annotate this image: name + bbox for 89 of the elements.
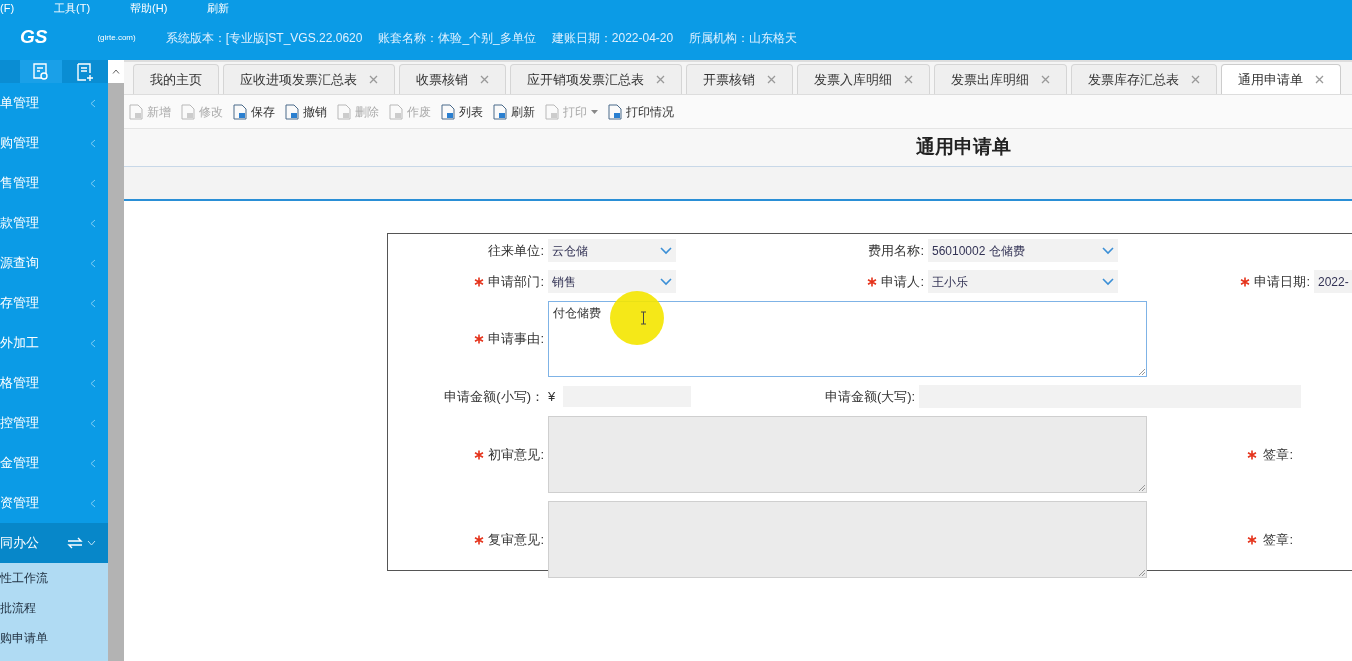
- tab[interactable]: 发票入库明细: [797, 64, 930, 94]
- toolbar-button[interactable]: 列表: [441, 102, 483, 121]
- tab[interactable]: 应收进项发票汇总表: [223, 64, 395, 94]
- header-info: 账套名称：体验_个别_多单位: [378, 29, 536, 47]
- currency-sign: ¥: [548, 387, 556, 406]
- close-icon[interactable]: [369, 75, 378, 84]
- chevron-down-icon: [1102, 277, 1114, 286]
- toolbar-button[interactable]: 刷新: [493, 102, 535, 121]
- field-label: 初审意见:: [488, 445, 544, 464]
- toolbar-button[interactable]: 撤销: [285, 102, 327, 121]
- tab[interactable]: 发票出库明细: [934, 64, 1067, 94]
- document-icon: [233, 103, 247, 120]
- document-icon: [493, 103, 507, 120]
- document-icon: [337, 103, 351, 120]
- field-label: 申请日期:: [1254, 272, 1310, 291]
- close-icon[interactable]: [767, 75, 776, 84]
- tab[interactable]: 通用申请单: [1221, 64, 1341, 94]
- close-icon[interactable]: [656, 75, 665, 84]
- chevron-down-icon: [660, 246, 672, 255]
- logo: GS: [20, 25, 48, 50]
- chevron-left-icon: [90, 418, 96, 428]
- close-icon[interactable]: [1315, 75, 1324, 84]
- resize-grip-icon: [1138, 368, 1146, 376]
- chevron-down-icon: [660, 277, 672, 286]
- document-icon: [545, 103, 559, 120]
- chevron-down-icon: [87, 540, 96, 546]
- field-label: 往来单位:: [488, 241, 544, 260]
- tab[interactable]: 发票库存汇总表: [1071, 64, 1217, 94]
- chevron-left-icon: [90, 218, 96, 228]
- chevron-left-icon: [90, 458, 96, 468]
- toolbar-button[interactable]: 保存: [233, 102, 275, 121]
- resize-grip-icon: [1138, 484, 1146, 492]
- add-document-icon: [75, 61, 95, 82]
- chevron-left-icon: [90, 138, 96, 148]
- sidebar-item[interactable]: 同办公: [0, 523, 108, 563]
- signature-label: 签章:: [1263, 530, 1293, 549]
- signature-label: 签章:: [1263, 445, 1293, 464]
- swap-icon: [67, 537, 83, 549]
- logo-caption: (girte.com): [97, 31, 136, 44]
- chevron-down-icon: [1102, 246, 1114, 255]
- document-icon: [441, 103, 455, 120]
- field-label: 复审意见:: [488, 530, 544, 549]
- field-label: 申请人:: [881, 272, 924, 291]
- search-document-button[interactable]: [20, 60, 62, 83]
- tab[interactable]: 收票核销: [399, 64, 506, 94]
- chevron-left-icon: [90, 298, 96, 308]
- field-label: 费用名称:: [868, 241, 924, 260]
- header-info: 所属机构：山东格天: [689, 29, 798, 47]
- document-icon: [129, 103, 143, 120]
- tab[interactable]: 应开销项发票汇总表: [510, 64, 682, 94]
- chevron-left-icon: [90, 338, 96, 348]
- scrollbar[interactable]: [108, 60, 124, 661]
- close-icon[interactable]: [480, 75, 489, 84]
- document-icon: [608, 103, 622, 120]
- document-icon: [285, 103, 299, 120]
- chevron-left-icon: [90, 178, 96, 188]
- select-field[interactable]: 56010002 仓储费: [928, 239, 1118, 262]
- chevron-left-icon: [90, 98, 96, 108]
- chevron-left-icon: [90, 258, 96, 268]
- text-area[interactable]: 付仓储费: [548, 301, 1147, 377]
- field-label: 申请金额(小写)：: [444, 387, 544, 406]
- field-label: 申请事由:: [488, 330, 544, 349]
- document-icon: [181, 103, 195, 120]
- toolbar-button[interactable]: 打印情况: [608, 102, 674, 121]
- search-document-icon: [31, 61, 51, 82]
- chevron-left-icon: [90, 498, 96, 508]
- field-label: 申请部门:: [488, 272, 544, 291]
- resize-grip-icon: [1138, 569, 1146, 577]
- input-field[interactable]: 2022-: [1314, 270, 1352, 293]
- submenu-item[interactable]: 批流程: [0, 593, 108, 623]
- submenu-item[interactable]: 性工作流: [0, 563, 108, 593]
- header-info: 建账日期：2022-04-20: [551, 29, 674, 47]
- tab[interactable]: 开票核销: [686, 64, 793, 94]
- close-icon[interactable]: [1041, 75, 1050, 84]
- chevron-left-icon: [90, 378, 96, 388]
- select-field[interactable]: 云仓储: [548, 239, 676, 262]
- chevron-up-icon: [112, 69, 120, 74]
- tab[interactable]: 我的主页: [133, 64, 219, 94]
- select-field[interactable]: 王小乐: [928, 270, 1118, 293]
- close-icon[interactable]: [1191, 75, 1200, 84]
- scroll-up-button[interactable]: [108, 60, 124, 83]
- close-icon[interactable]: [904, 75, 913, 84]
- text-cursor-icon: [639, 311, 647, 325]
- document-icon: [389, 103, 403, 120]
- select-field[interactable]: 销售: [548, 270, 676, 293]
- submenu-item[interactable]: 购申请单: [0, 623, 108, 653]
- field-label: 申请金额(大写):: [824, 387, 916, 406]
- form-title: 通用申请单: [915, 135, 1011, 160]
- header-info: 系统版本：[专业版]ST_VGS.22.0620: [165, 29, 363, 47]
